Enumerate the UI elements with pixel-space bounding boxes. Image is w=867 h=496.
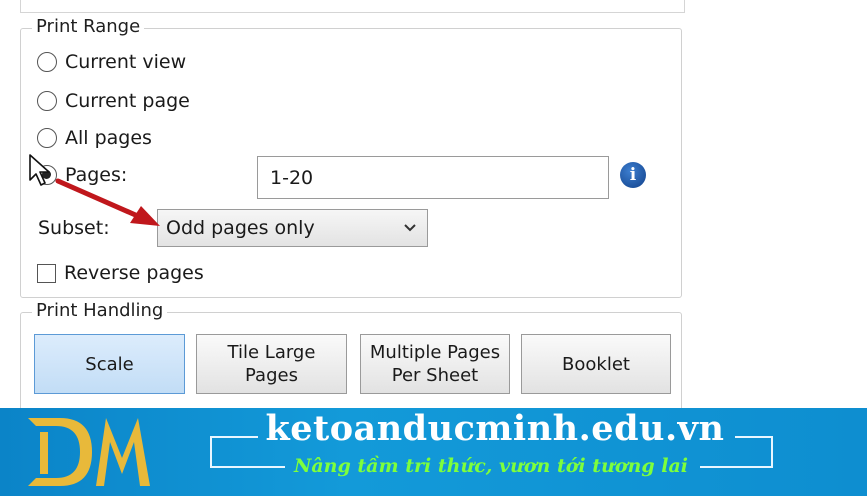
banner-site-name: ketoanducminh.edu.vn (265, 408, 725, 449)
banner-frame-line (210, 466, 285, 468)
dm-logo-icon (28, 418, 150, 486)
banner-frame-line (700, 466, 773, 468)
banner-tagline: Nâng tầm tri thức, vươn tới tương lai (294, 455, 688, 477)
banner-frame-line (210, 436, 258, 438)
mouse-cursor-icon (29, 154, 50, 186)
banner-frame-line (210, 436, 212, 468)
banner-frame-line (771, 436, 773, 468)
banner-frame-line (735, 436, 773, 438)
